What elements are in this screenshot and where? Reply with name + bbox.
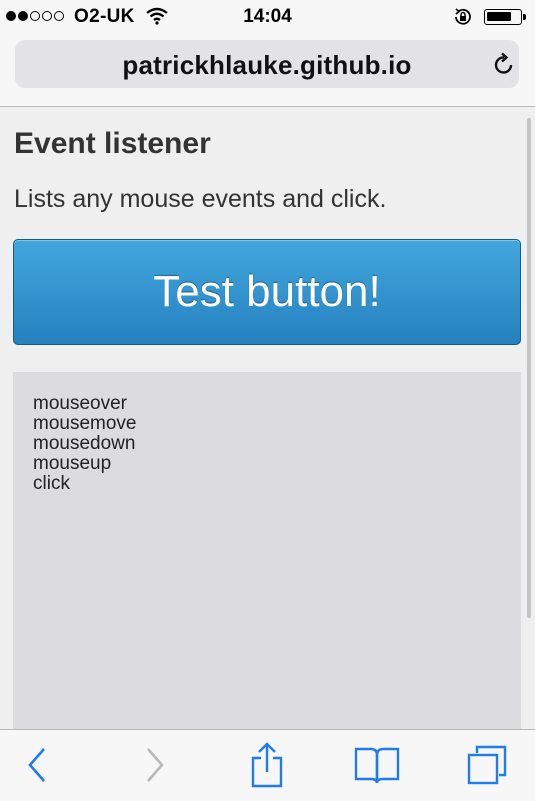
event-log: mouseover mousemove mousedown mouseup cl…: [13, 372, 521, 729]
battery-level: [487, 12, 511, 21]
battery-icon: [484, 9, 522, 25]
page-content: Event listener Lists any mouse events an…: [0, 107, 535, 729]
share-icon[interactable]: [242, 740, 292, 790]
battery-tip: [523, 14, 526, 20]
status-bar: O2-UK 14:04: [0, 0, 535, 34]
log-entry: mousemove: [33, 413, 137, 434]
scrollbar[interactable]: [527, 118, 531, 618]
log-entry: mouseup: [33, 453, 112, 474]
browser-address-area: patrickhlauke.github.io: [0, 34, 535, 107]
url-text[interactable]: patrickhlauke.github.io: [15, 50, 519, 81]
log-entry: mouseover: [33, 393, 127, 414]
log-entry: mousedown: [33, 433, 136, 454]
test-button[interactable]: Test button!: [13, 239, 521, 345]
browser-toolbar: [0, 729, 535, 801]
bookmarks-icon[interactable]: [352, 740, 402, 790]
log-entry: click: [33, 473, 70, 494]
forward-icon[interactable]: [130, 740, 180, 790]
rotation-lock-icon: [453, 7, 473, 33]
reload-icon[interactable]: [493, 52, 515, 81]
page-description: Lists any mouse events and click.: [14, 185, 387, 213]
tabs-icon[interactable]: [462, 740, 512, 790]
address-bar[interactable]: patrickhlauke.github.io: [15, 40, 519, 88]
page-title: Event listener: [14, 127, 211, 160]
event-log-list: mouseover mousemove mousedown mouseup cl…: [33, 394, 137, 494]
back-icon[interactable]: [12, 740, 62, 790]
